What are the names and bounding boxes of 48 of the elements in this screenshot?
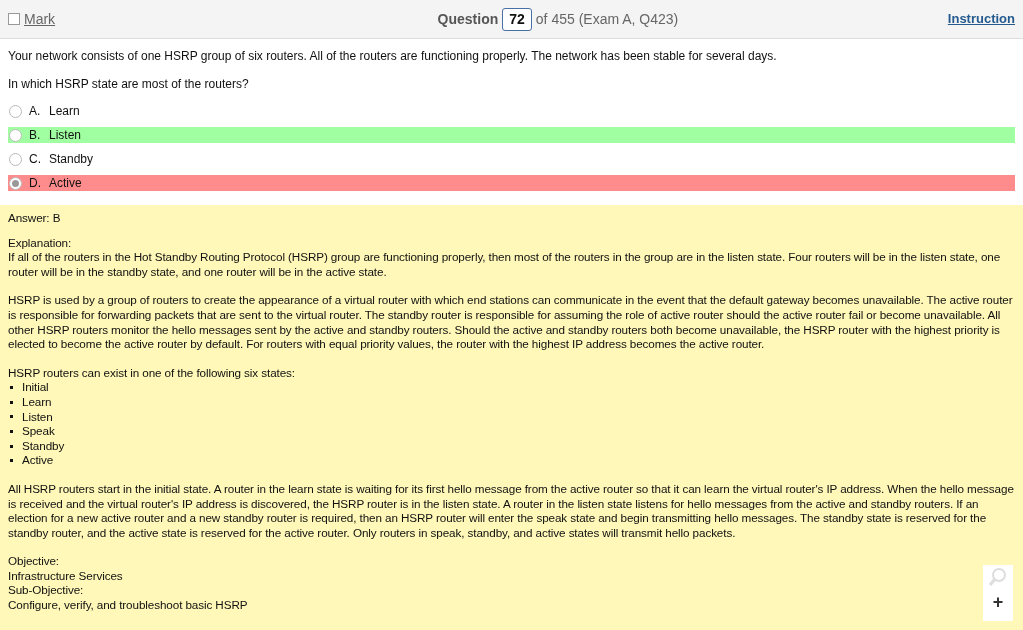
explanation-text: Objective: bbox=[8, 554, 59, 569]
zoom-in-button[interactable]: + bbox=[992, 593, 1004, 611]
answer-option[interactable]: D. Active bbox=[8, 175, 1015, 191]
explanation-text: Infrastructure Services bbox=[8, 568, 123, 584]
search-icon[interactable] bbox=[988, 567, 1008, 587]
answer-option[interactable]: B. Listen bbox=[8, 127, 1015, 143]
explanation-text: HSRP is used by a group of routers to create the appearance of a virtual router with which end stations can communicate in the event that the default gateway becomes unavailable. The active router is responsible for forwarding packets that are sent to the virtual router. The standby router is responsible for assuming the role of active router should the active router fail or become unavailable. All other HSRP routers monitor the hello messages sent by the active and standby routers. Should the active and standby routers both become unavailable, the HSRP router with the highest priority is elected to become the active router by default. For routers with equal priority values, the router with the highest IP address becomes the active router. bbox=[8, 293, 1014, 352]
answer-option[interactable]: C. Standby bbox=[8, 151, 1015, 167]
mark-label[interactable]: Mark bbox=[24, 8, 56, 30]
explanation-text: All HSRP routers start in the initial state. A router in the learn state is waiting for its first hello message from the active router so that it can learn the virtual router's IP address. When the hello message is received and the virtual router's IP address is discovered, the HSRP router is in the listen state. A router in the listen state listens for hello messages from the active and standby routers. If an election for a new active router and a new standby router is required, then an HSRP router will enter the speak state and begin transmitting hello messages. The standby state is reserved for the standby router, and the active state is reserved for the active router. Only routers in speak, standby, and active states will transmit hello packets. bbox=[8, 481, 1015, 541]
explanation-text: Explanation: bbox=[8, 235, 72, 251]
list-item: Initial bbox=[22, 380, 49, 395]
bullet-icon bbox=[10, 444, 13, 448]
explanation-text: HSRP routers can exist in one of the following six states: bbox=[8, 365, 296, 381]
list-item: Learn bbox=[22, 394, 52, 410]
bullet-icon bbox=[10, 459, 13, 463]
mark-checkbox[interactable] bbox=[8, 13, 20, 25]
radio-button[interactable] bbox=[9, 104, 22, 118]
option-text: Learn bbox=[49, 103, 80, 120]
question-label: Question bbox=[437, 9, 499, 29]
radio-button[interactable] bbox=[9, 176, 22, 190]
explanation-text: Sub-Objective: bbox=[8, 583, 84, 599]
instructions-link[interactable]: Instruction bbox=[947, 9, 1015, 29]
question-number-field[interactable]: 72 bbox=[502, 7, 532, 31]
list-item: Listen bbox=[22, 409, 53, 425]
option-letter: B. bbox=[29, 127, 42, 144]
bullet-icon bbox=[10, 429, 13, 433]
option-text: Standby bbox=[49, 151, 94, 168]
answer-text: Answer: B bbox=[8, 211, 62, 226]
bullet-icon bbox=[10, 386, 13, 390]
question-count: of 455 (Exam A, Q423) bbox=[535, 9, 679, 29]
option-text: Active bbox=[49, 175, 82, 192]
question-text: In which HSRP state are most of the routers? bbox=[8, 77, 250, 91]
question-text: Your network consists of one HSRP group of six routers. All of the routers are functioning properly. The network has been stable for several days. bbox=[8, 49, 778, 63]
bullet-icon bbox=[10, 415, 13, 419]
radio-button[interactable] bbox=[9, 152, 22, 166]
list-item: Standby bbox=[22, 438, 65, 454]
list-item: Active bbox=[22, 453, 54, 468]
bullet-icon bbox=[10, 400, 13, 404]
option-letter: D. bbox=[29, 175, 42, 192]
option-letter: C. bbox=[29, 151, 42, 168]
radio-button[interactable] bbox=[9, 128, 22, 142]
list-item: Speak bbox=[22, 424, 55, 439]
answer-option[interactable]: A. Learn bbox=[8, 103, 1015, 119]
explanation-text: Configure, verify, and troubleshoot basic HSRP bbox=[8, 598, 248, 613]
option-text: Listen bbox=[49, 127, 82, 144]
option-letter: A. bbox=[29, 103, 42, 120]
explanation-text: If all of the routers in the Hot Standby Routing Protocol (HSRP) group are functioning properly, then most of the routers in the group are in the listen state. Four routers will be in the listen state, one router will be in the standby state, and one router will be in the active state. bbox=[8, 250, 1002, 280]
